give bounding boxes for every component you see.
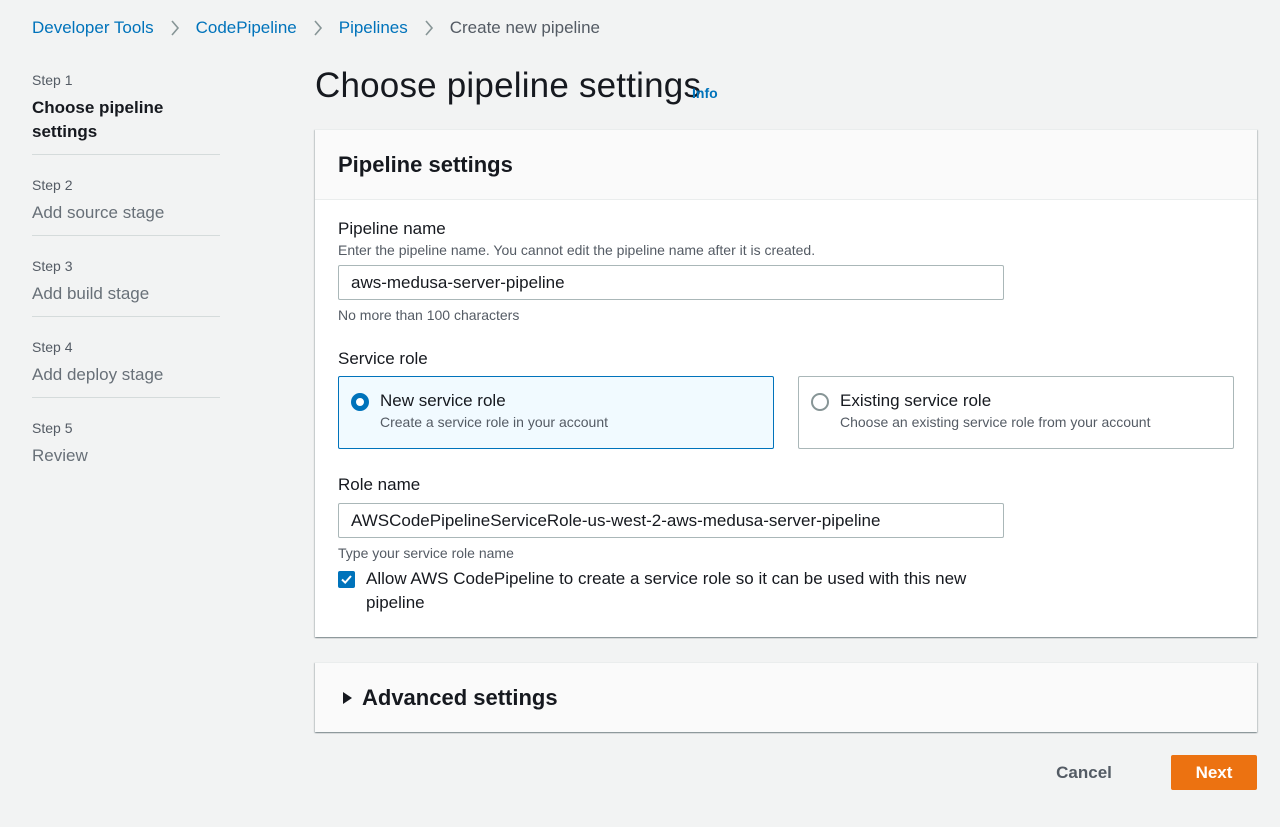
new-service-role-tile[interactable]: New service role Create a service role i…	[338, 376, 774, 449]
breadcrumb-codepipeline[interactable]: CodePipeline	[196, 18, 297, 38]
advanced-settings-panel: Advanced settings	[315, 662, 1257, 732]
existing-service-role-tile[interactable]: Existing service role Choose an existing…	[798, 376, 1234, 449]
create-pipeline-page: Developer Tools CodePipeline Pipelines C…	[0, 0, 1280, 827]
pipeline-name-constraint: No more than 100 characters	[338, 307, 520, 323]
breadcrumb: Developer Tools CodePipeline Pipelines C…	[32, 16, 600, 40]
role-name-hint: Type your service role name	[338, 545, 514, 561]
wizard-step-2: Step 2 Add source stage	[32, 175, 220, 236]
step-label: Add deploy stage	[32, 365, 164, 384]
step-number: Step 5	[32, 420, 73, 436]
role-name-label: Role name	[338, 475, 421, 494]
step-number: Step 3	[32, 258, 73, 274]
page-title: Choose pipeline settings	[315, 66, 702, 105]
chevron-right-icon	[154, 20, 196, 36]
step-number: Step 2	[32, 177, 73, 193]
advanced-settings-title: Advanced settings	[362, 685, 558, 710]
allow-create-role-label[interactable]: Allow AWS CodePipeline to create a servi…	[366, 567, 986, 615]
wizard-steps-nav: Step 1 Choose pipeline settings Step 2 A…	[32, 70, 220, 498]
step-number: Step 1	[32, 72, 73, 88]
advanced-settings-toggle[interactable]: Advanced settings	[341, 663, 558, 733]
tile-description: Choose an existing service role from you…	[840, 414, 1151, 430]
info-link[interactable]: Info	[692, 85, 718, 101]
wizard-step-5: Step 5 Review	[32, 418, 220, 478]
radio-selected-icon[interactable]	[351, 393, 369, 411]
panel-header: Pipeline settings	[315, 130, 1257, 200]
step-label: Review	[32, 446, 88, 465]
chevron-right-icon	[297, 20, 339, 36]
cancel-button[interactable]: Cancel	[1037, 755, 1131, 790]
service-role-label: Service role	[338, 349, 428, 368]
breadcrumb-current: Create new pipeline	[449, 18, 600, 37]
wizard-step-3: Step 3 Add build stage	[32, 256, 220, 317]
pipeline-settings-panel: Pipeline settings Pipeline name Enter th…	[315, 129, 1257, 637]
step-label: Add source stage	[32, 203, 165, 222]
pipeline-name-description: Enter the pipeline name. You cannot edit…	[338, 242, 816, 258]
checkmark-icon	[341, 575, 352, 585]
breadcrumb-developer-tools[interactable]: Developer Tools	[32, 18, 154, 38]
pipeline-name-label: Pipeline name	[338, 219, 446, 238]
radio-unselected-icon[interactable]	[811, 393, 829, 411]
allow-create-role-checkbox[interactable]	[338, 571, 355, 588]
pipeline-name-input[interactable]	[338, 265, 1004, 300]
step-label: Choose pipeline settings	[32, 98, 164, 141]
tile-description: Create a service role in your account	[380, 414, 608, 430]
tile-title: Existing service role	[840, 391, 992, 410]
step-label: Add build stage	[32, 284, 150, 303]
caret-right-icon	[343, 692, 352, 704]
role-name-input[interactable]	[338, 503, 1004, 538]
next-button[interactable]: Next	[1171, 755, 1257, 790]
wizard-step-4: Step 4 Add deploy stage	[32, 337, 220, 398]
tile-title: New service role	[380, 391, 506, 410]
chevron-right-icon	[408, 20, 450, 36]
panel-title: Pipeline settings	[338, 151, 513, 177]
step-number: Step 4	[32, 339, 73, 355]
breadcrumb-pipelines[interactable]: Pipelines	[339, 18, 408, 38]
wizard-step-1: Step 1 Choose pipeline settings	[32, 70, 220, 155]
